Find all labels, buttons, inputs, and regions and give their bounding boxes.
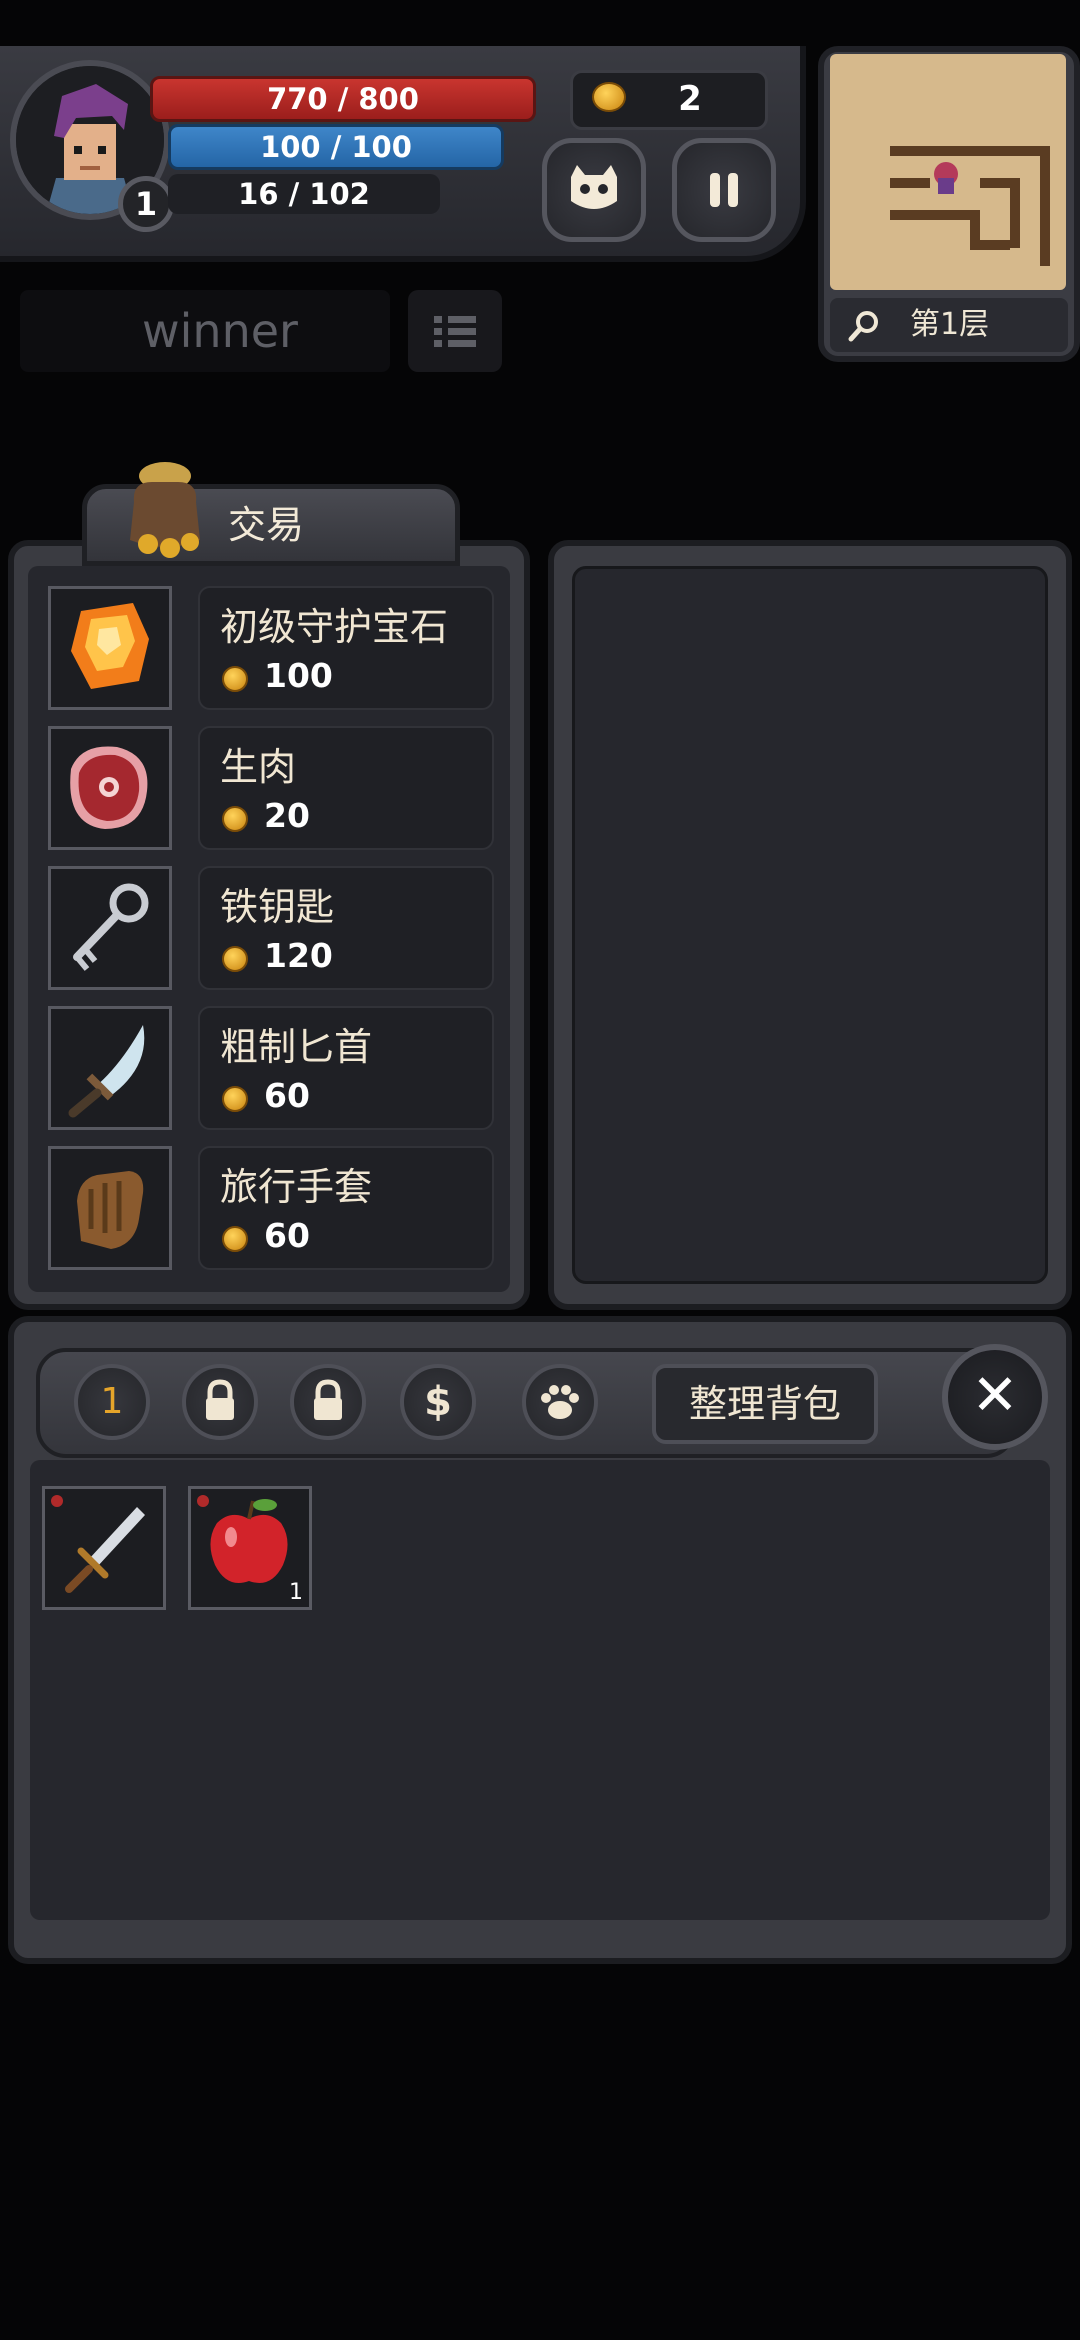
new-indicator: [51, 1495, 63, 1507]
sort-backpack-button[interactable]: 整理背包: [652, 1364, 878, 1444]
raw-meat-icon: [70, 746, 148, 829]
money-bag-icon: [130, 462, 200, 558]
item-card[interactable]: 旅行手套 60: [198, 1146, 494, 1270]
trade-title: 交易: [228, 503, 305, 547]
minimap[interactable]: [830, 54, 1066, 290]
backpack-tab-currency[interactable]: $: [400, 1364, 476, 1440]
maze-map-icon: [890, 146, 1050, 266]
search-icon: [848, 311, 878, 342]
item-price: 20: [264, 796, 310, 835]
backpack-tab-locked[interactable]: [290, 1364, 366, 1440]
menu-button[interactable]: [408, 290, 502, 372]
item-slot[interactable]: [48, 1006, 172, 1130]
item-slot[interactable]: [48, 726, 172, 850]
item-name: 初级守护宝石: [220, 605, 449, 649]
backpack-slot[interactable]: [42, 1486, 166, 1610]
paw-icon: [541, 1385, 579, 1419]
item-card[interactable]: 粗制匕首 60: [198, 1006, 494, 1130]
backpack-grid: [30, 1460, 1050, 1920]
item-slot[interactable]: [48, 866, 172, 990]
item-name: 旅行手套: [220, 1165, 373, 1209]
floor-label: 第1层: [910, 307, 990, 342]
pause-button[interactable]: [672, 138, 776, 242]
amber-gem-icon: [71, 603, 149, 689]
item-card[interactable]: 初级守护宝石 100: [198, 586, 494, 710]
item-slot[interactable]: [48, 1146, 172, 1270]
level-badge: 1: [118, 176, 174, 232]
item-price: 120: [264, 936, 333, 975]
item-price: 60: [264, 1216, 310, 1255]
item-name: 生肉: [220, 745, 297, 789]
item-quantity: 1: [289, 1580, 303, 1605]
coin-icon: [592, 82, 626, 112]
item-card[interactable]: 铁钥匙 120: [198, 866, 494, 990]
coin-icon: [222, 946, 248, 972]
new-indicator: [197, 1495, 209, 1507]
xp-bar: 16 / 102: [168, 174, 440, 214]
backpack-tab-locked[interactable]: [182, 1364, 258, 1440]
backpack-tab-1[interactable]: 1: [74, 1364, 150, 1440]
backpack-slot[interactable]: 1: [188, 1486, 312, 1610]
lock-icon: [314, 1379, 342, 1420]
item-price: 60: [264, 1076, 310, 1115]
item-slot[interactable]: [48, 586, 172, 710]
item-name: 粗制匕首: [220, 1025, 373, 1069]
coin-icon: [222, 1226, 248, 1252]
item-name: 铁钥匙: [220, 885, 335, 929]
monster-book-button[interactable]: [542, 138, 646, 242]
coin-value: 2: [678, 79, 702, 119]
close-button[interactable]: ✕: [942, 1344, 1048, 1450]
coin-icon: [222, 666, 248, 692]
player-name: winner: [142, 304, 298, 358]
sword-icon: [65, 1507, 145, 1593]
glove-icon: [77, 1171, 144, 1249]
monster-face-icon: [571, 165, 617, 209]
item-price: 100: [264, 656, 333, 695]
detail-panel-inner: [572, 566, 1048, 1284]
hp-bar: 770 / 800: [150, 76, 536, 122]
item-card[interactable]: 生肉 20: [198, 726, 494, 850]
coin-icon: [222, 1086, 248, 1112]
dagger-icon: [68, 1025, 145, 1118]
coin-icon: [222, 806, 248, 832]
lock-icon: [206, 1379, 234, 1420]
list-menu-icon: [434, 316, 476, 347]
pause-icon: [710, 173, 738, 207]
iron-key-icon: [73, 883, 149, 971]
mp-bar: 100 / 100: [168, 124, 504, 170]
backpack-tab-pet[interactable]: [522, 1364, 598, 1440]
